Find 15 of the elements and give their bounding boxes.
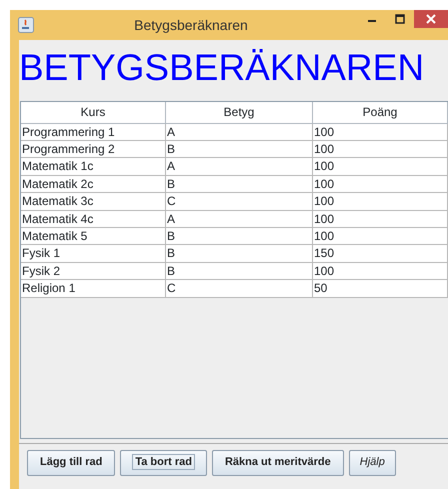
close-icon[interactable]	[426, 14, 436, 24]
window-title: Betygsberäknaren	[133, 16, 249, 35]
action-button[interactable]: Räkna ut meritvärde	[212, 450, 344, 476]
table-cell[interactable]: Religion 1	[21, 280, 166, 298]
app-icon	[18, 17, 34, 33]
column-header[interactable]: Kurs	[21, 102, 166, 124]
column-header[interactable]: Poäng	[313, 102, 448, 124]
column-header[interactable]: Betyg	[166, 102, 313, 124]
table-cell[interactable]: 50	[313, 280, 448, 298]
action-button[interactable]: Ta bort rad	[120, 450, 207, 476]
action-button[interactable]: Lägg till rad	[27, 450, 116, 476]
app-heading: BETYGSBERÄKNAREN	[19, 46, 426, 90]
table-cell[interactable]: C	[166, 280, 313, 298]
action-button[interactable]: Hjälp	[348, 450, 396, 476]
maximize-icon[interactable]	[395, 14, 405, 24]
